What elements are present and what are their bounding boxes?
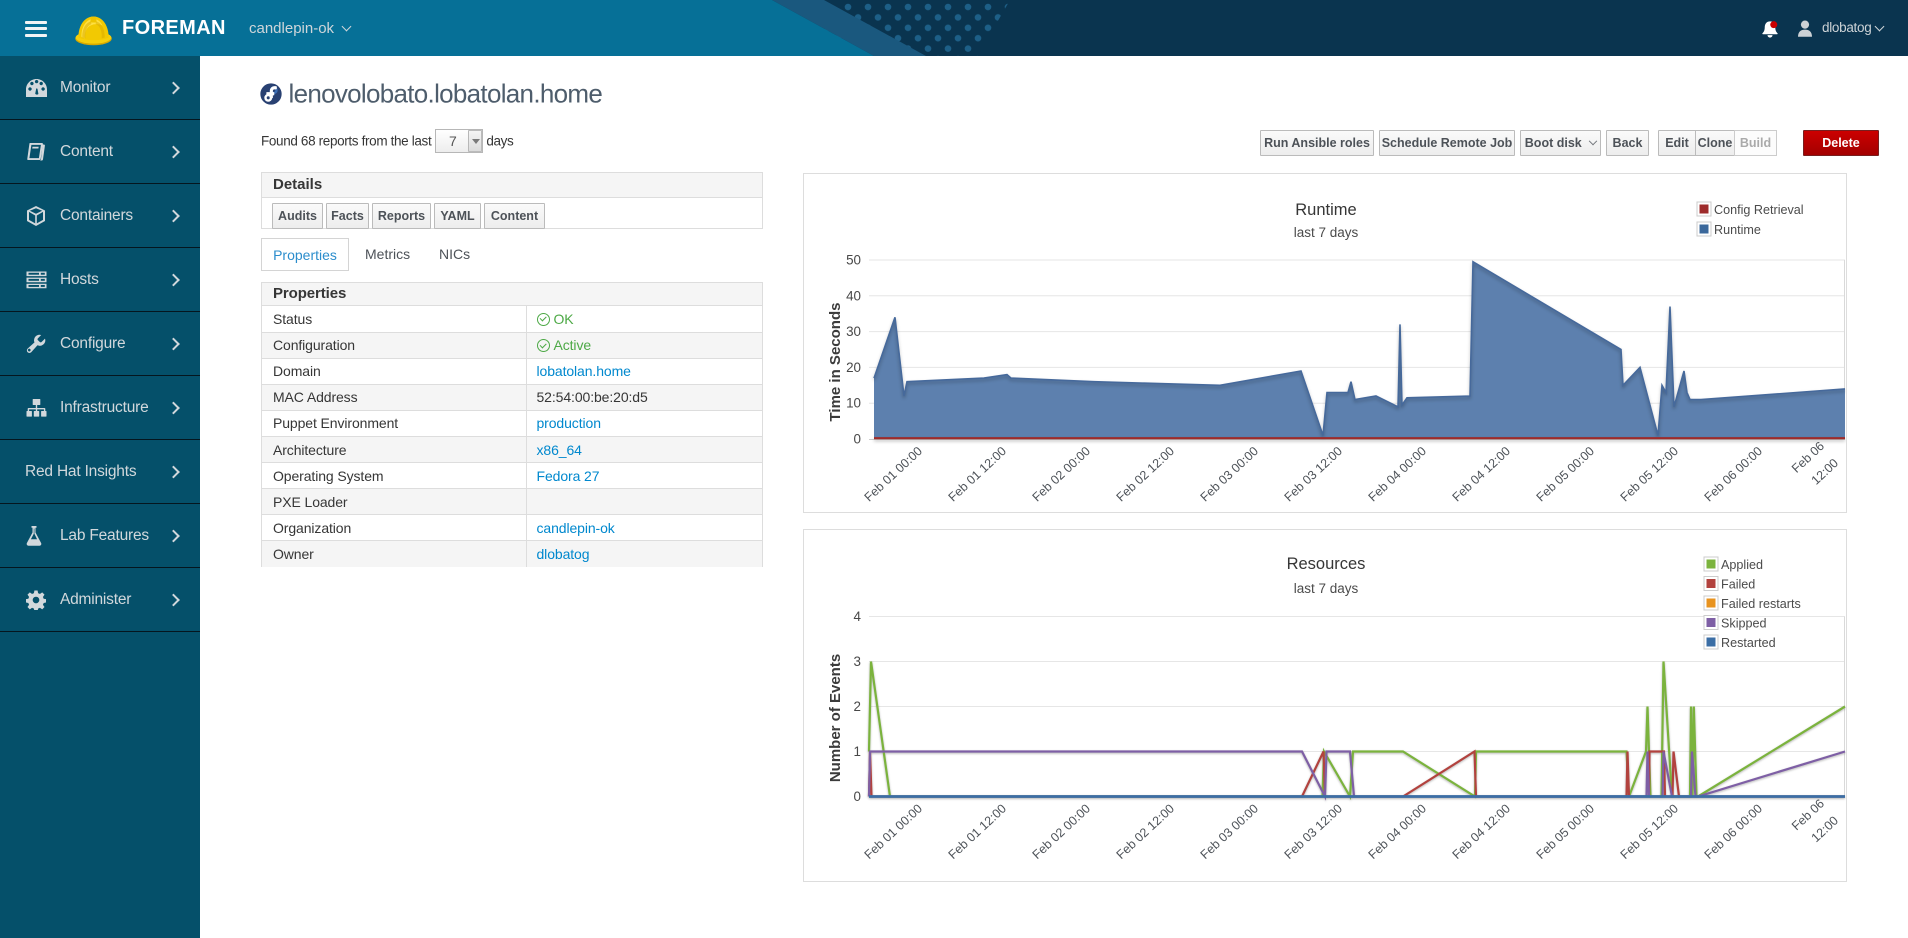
svg-text:Feb 04 12:00: Feb 04 12:00 — [1450, 801, 1513, 862]
svg-text:Feb 04 00:00: Feb 04 00:00 — [1366, 801, 1429, 862]
svg-text:Skipped: Skipped — [1721, 617, 1767, 631]
svg-text:Feb 05 12:00: Feb 05 12:00 — [1618, 444, 1681, 505]
svg-text:Feb 05 00:00: Feb 05 00:00 — [1534, 801, 1597, 862]
svg-text:Failed restarts: Failed restarts — [1721, 597, 1801, 611]
svg-text:last 7 days: last 7 days — [1294, 581, 1359, 596]
svg-text:1: 1 — [854, 744, 861, 759]
svg-text:Feb 04 00:00: Feb 04 00:00 — [1366, 444, 1429, 505]
svg-text:Feb 05 00:00: Feb 05 00:00 — [1534, 444, 1597, 505]
svg-text:last 7 days: last 7 days — [1294, 225, 1359, 240]
svg-text:4: 4 — [854, 609, 862, 624]
svg-text:Failed: Failed — [1721, 578, 1755, 592]
svg-text:10: 10 — [846, 396, 861, 411]
svg-text:Feb 02 00:00: Feb 02 00:00 — [1030, 801, 1093, 862]
svg-text:Feb 01 12:00: Feb 01 12:00 — [946, 801, 1009, 862]
svg-text:30: 30 — [846, 324, 861, 339]
svg-text:Feb 06 00:00: Feb 06 00:00 — [1702, 444, 1765, 505]
svg-text:Feb 02 00:00: Feb 02 00:00 — [1030, 444, 1093, 505]
svg-text:40: 40 — [846, 288, 861, 303]
svg-text:Feb 05 12:00: Feb 05 12:00 — [1618, 801, 1681, 862]
svg-text:Feb 03 00:00: Feb 03 00:00 — [1198, 801, 1261, 862]
svg-text:0: 0 — [854, 789, 861, 804]
svg-text:20: 20 — [846, 360, 861, 375]
svg-text:Applied: Applied — [1721, 558, 1763, 572]
svg-text:Runtime: Runtime — [1714, 223, 1761, 237]
svg-text:2: 2 — [854, 699, 861, 714]
svg-text:Feb 06 00:00: Feb 06 00:00 — [1702, 801, 1765, 862]
svg-text:Feb 02 12:00: Feb 02 12:00 — [1114, 801, 1177, 862]
svg-text:0: 0 — [854, 432, 861, 447]
svg-text:Feb 01 12:00: Feb 01 12:00 — [946, 444, 1009, 505]
svg-text:Number of Events: Number of Events — [827, 654, 844, 782]
svg-text:Runtime: Runtime — [1295, 201, 1356, 219]
svg-text:Feb 01 00:00: Feb 01 00:00 — [862, 444, 925, 505]
svg-text:Feb 03 12:00: Feb 03 12:00 — [1282, 801, 1345, 862]
svg-text:Feb 03 00:00: Feb 03 00:00 — [1198, 444, 1261, 505]
svg-text:Restarted: Restarted — [1721, 636, 1776, 650]
svg-text:Feb 03 12:00: Feb 03 12:00 — [1282, 444, 1345, 505]
svg-text:Config Retrieval: Config Retrieval — [1714, 203, 1804, 217]
svg-text:50: 50 — [846, 253, 861, 268]
svg-text:Feb 04 12:00: Feb 04 12:00 — [1450, 444, 1513, 505]
svg-text:3: 3 — [854, 654, 861, 669]
svg-text:Feb 02 12:00: Feb 02 12:00 — [1114, 444, 1177, 505]
svg-text:Feb 01 00:00: Feb 01 00:00 — [862, 801, 925, 862]
svg-text:Resources: Resources — [1287, 555, 1366, 573]
svg-text:Time in Seconds: Time in Seconds — [827, 303, 844, 422]
